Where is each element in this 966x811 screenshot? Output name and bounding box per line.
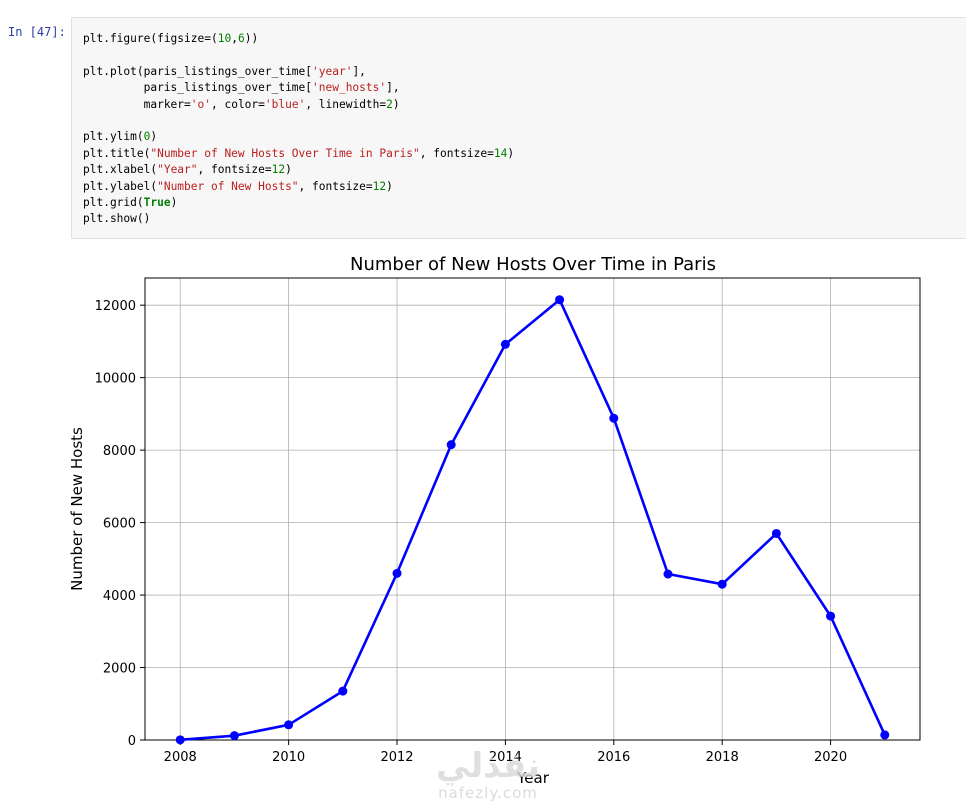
y-tick-label: 10000 bbox=[95, 372, 136, 387]
cell-prompt: In [47]: bbox=[8, 25, 66, 39]
y-tick-label: 0 bbox=[128, 734, 136, 749]
data-point bbox=[826, 611, 836, 621]
data-point bbox=[392, 568, 402, 578]
plot-frame bbox=[144, 277, 921, 741]
code-line-6: plt.title("Number of New Hosts Over Time… bbox=[83, 146, 515, 160]
data-point bbox=[771, 528, 781, 538]
x-tick-label: 2014 bbox=[489, 750, 522, 765]
code-line-7: plt.xlabel("Year", fontsize=12) bbox=[83, 163, 292, 177]
code-line-4: marker='o', color='blue', linewidth=2) bbox=[83, 97, 400, 111]
data-point bbox=[555, 295, 565, 305]
code-line-8: plt.ylabel("Number of New Hosts", fontsi… bbox=[83, 179, 393, 193]
data-point bbox=[446, 440, 456, 450]
data-point bbox=[500, 339, 510, 349]
data-point bbox=[609, 413, 619, 423]
chart-title: Number of New Hosts Over Time in Paris bbox=[350, 254, 716, 275]
code-line-1: plt.figure(figsize=(10,6)) bbox=[83, 32, 259, 45]
series-line bbox=[180, 298, 886, 742]
line-chart: Number of New Hosts Over Time in Paris 2… bbox=[68, 254, 921, 787]
x-tick-label: 2016 bbox=[597, 750, 630, 765]
x-axis-label: Year bbox=[516, 769, 550, 787]
data-point bbox=[229, 731, 239, 741]
y-tick-label: 2000 bbox=[103, 662, 136, 677]
series-new-hosts bbox=[175, 295, 890, 745]
axis-ticks: 2008 2010 2012 2014 2016 2018 2020 0 2000 4000 600… bbox=[95, 299, 847, 765]
data-point bbox=[284, 720, 294, 730]
code-cell[interactable]: plt.figure(figsize=(10,6)) plt.plot(paris… bbox=[71, 17, 966, 239]
chart-grid bbox=[145, 278, 920, 741]
code-line-5: plt.ylim(0) bbox=[83, 130, 158, 144]
code-line-10: plt.show() bbox=[83, 212, 151, 226]
y-tick-label: 8000 bbox=[103, 444, 136, 459]
x-tick-label: 2020 bbox=[814, 750, 847, 765]
y-tick-label: 4000 bbox=[103, 589, 136, 604]
y-tick-label: 6000 bbox=[103, 517, 136, 532]
data-point bbox=[880, 730, 890, 740]
data-point bbox=[663, 569, 673, 579]
data-point bbox=[717, 579, 727, 589]
y-axis-label: Number of New Hosts bbox=[68, 427, 86, 591]
code-line-3: paris_listings_over_time['new_hosts'], bbox=[83, 81, 400, 95]
x-tick-label: 2012 bbox=[380, 750, 413, 765]
code-editor[interactable]: plt.figure(figsize=(10,6)) plt.plot(paris… bbox=[83, 31, 514, 228]
code-line-9: plt.grid(True) bbox=[83, 195, 178, 209]
data-point bbox=[175, 735, 185, 745]
x-tick-label: 2018 bbox=[706, 750, 739, 765]
code-line-2: plt.plot(paris_listings_over_time['year'… bbox=[83, 64, 366, 78]
x-tick-label: 2008 bbox=[164, 750, 197, 765]
y-tick-label: 12000 bbox=[95, 299, 136, 314]
data-point bbox=[338, 686, 348, 696]
x-tick-label: 2010 bbox=[272, 750, 305, 765]
